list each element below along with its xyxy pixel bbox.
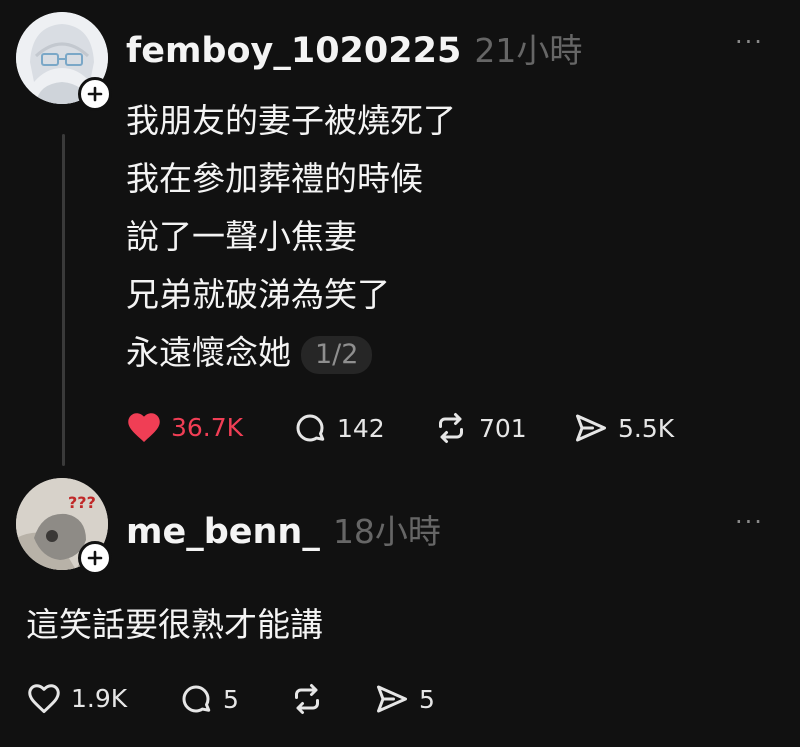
like-button[interactable]: 1.9K [26,681,127,715]
svg-text:???: ??? [68,493,96,512]
timestamp: 21小時 [474,31,583,70]
post-line: 永遠懷念她 [126,333,291,372]
thread-line [62,134,65,466]
share-icon [576,414,606,442]
comment-count: 142 [337,413,385,443]
image-pager-badge[interactable]: 1/2 [301,335,373,374]
post-line: 我朋友的妻子被燒死了 [126,101,456,140]
share-icon [377,685,407,713]
comment-icon [182,685,211,713]
comment-count: 5 [223,684,239,714]
post-line: 兄弟就破涕為笑了 [126,275,390,314]
repost-icon [295,684,319,714]
like-button[interactable]: 36.7K [126,410,243,444]
heart-icon [128,413,160,442]
more-icon[interactable]: ··· [735,508,764,536]
like-count: 36.7K [171,412,244,442]
repost-button[interactable]: 701 [432,410,527,446]
reply-text: 這笑話要很熟才能講 [26,605,323,644]
comment-button[interactable]: 5 [178,681,239,717]
repost-count: 701 [479,413,527,443]
like-count: 1.9K [71,683,128,713]
post-line: 我在參加葬禮的時候 [126,159,423,198]
more-icon[interactable]: ··· [735,28,764,56]
share-button[interactable]: 5.5K [573,410,674,446]
repost-icon [439,413,463,443]
follow-plus-icon[interactable] [78,77,112,111]
comment-button[interactable]: 142 [292,410,385,446]
post-line: 說了一聲小焦妻 [126,217,357,256]
share-button[interactable]: 5 [374,681,435,717]
post-body: 我朋友的妻子被燒死了 我在參加葬禮的時候 說了一聲小焦妻 兄弟就破涕為笑了 永遠… [126,92,456,382]
repost-button[interactable] [288,681,335,717]
post-line-last: 永遠懷念她 1/2 [126,324,456,382]
username[interactable]: me_benn_ [126,512,320,552]
follow-plus-icon[interactable] [78,541,112,575]
share-count: 5.5K [618,413,675,443]
share-count: 5 [419,684,435,714]
comment-icon [296,414,325,442]
heart-icon [28,684,60,713]
timestamp: 18小時 [332,512,441,551]
username[interactable]: femboy_1020225 [126,31,461,71]
